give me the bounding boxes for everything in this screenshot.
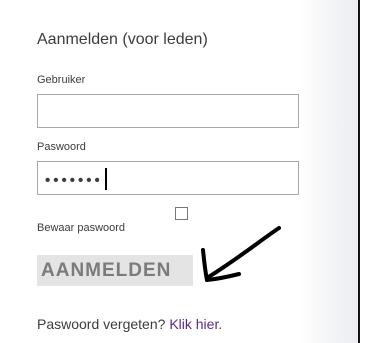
password-label: Paswoord <box>37 141 86 153</box>
username-label: Gebruiker <box>37 74 86 86</box>
login-submit-button[interactable]: AANMELDEN <box>37 255 193 286</box>
forgot-password-text: Paswoord vergeten? <box>37 316 170 332</box>
login-screen: Aanmelden (voor leden) Gebruiker Paswoor… <box>0 0 367 343</box>
forgot-password-row: Paswoord vergeten? Klik hier. <box>37 316 222 332</box>
remember-password-checkbox[interactable] <box>175 207 188 220</box>
forgot-password-link[interactable]: Klik hier. <box>169 316 222 332</box>
login-heading: Aanmelden (voor leden) <box>37 31 208 48</box>
panel-fade <box>300 0 358 343</box>
text-caret <box>104 168 107 190</box>
right-border <box>358 0 360 343</box>
hand-drawn-arrow-icon <box>201 226 281 282</box>
username-field[interactable] <box>37 94 299 128</box>
password-masked-value: ••••••• <box>45 168 107 191</box>
remember-password-label: Bewaar paswoord <box>37 222 126 234</box>
password-dots: ••••••• <box>45 172 103 189</box>
